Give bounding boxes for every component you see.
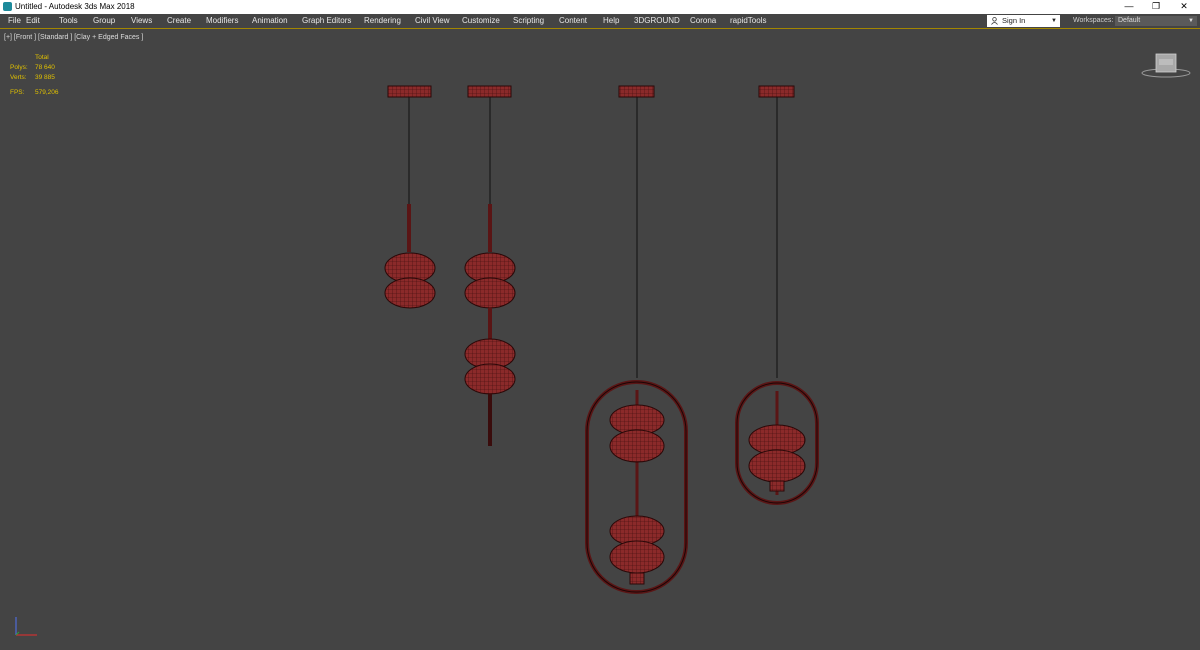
verts-value: 39 885 xyxy=(35,74,55,81)
menu-tools[interactable]: Tools xyxy=(59,14,93,28)
viewport-front[interactable]: [+] [Front ] [Standard ] [Clay + Edged F… xyxy=(0,29,1200,650)
menu-civil-view[interactable]: Civil View xyxy=(415,14,462,28)
app-icon xyxy=(3,2,12,11)
minimize-button[interactable]: — xyxy=(1114,0,1144,14)
menu-items: File Edit Tools Group Views Create Modifiers An… xyxy=(0,14,780,28)
workspaces-select[interactable]: Default ▼ xyxy=(1115,16,1197,26)
rod-bottom xyxy=(488,394,492,446)
stats-overlay: Total Polys: 78 640 Verts: 39 885 FPS: 5… xyxy=(10,53,90,98)
menu-graph-editors[interactable]: Graph Editors xyxy=(302,14,364,28)
lampshade xyxy=(748,424,806,492)
lampshade-lower xyxy=(609,515,665,585)
axis-tripod-icon xyxy=(15,617,37,636)
chevron-down-icon: ▼ xyxy=(1051,18,1057,24)
menu-rapidtools[interactable]: rapidTools xyxy=(730,14,780,28)
user-icon xyxy=(991,17,998,25)
pendant-lamp-3[interactable] xyxy=(585,85,688,594)
polys-row: Polys: 78 640 xyxy=(10,63,90,73)
menu-views[interactable]: Views xyxy=(131,14,167,28)
workspace-value: Default xyxy=(1118,17,1141,24)
restore-button[interactable]: ❐ xyxy=(1141,0,1171,14)
rod xyxy=(488,308,492,341)
fps-label: FPS: xyxy=(10,89,25,96)
polys-value: 78 640 xyxy=(35,64,55,71)
menu-group[interactable]: Group xyxy=(93,14,131,28)
lampshade-upper xyxy=(609,404,665,463)
window-title: Untitled - Autodesk 3ds Max 2018 xyxy=(15,2,135,11)
sign-in-dropdown[interactable]: Sign In ▼ xyxy=(987,15,1060,27)
verts-row: Verts: 39 885 xyxy=(10,73,90,83)
menu-3dground[interactable]: 3DGROUND xyxy=(634,14,690,28)
menu-corona[interactable]: Corona xyxy=(690,14,730,28)
rod xyxy=(407,204,411,252)
scene-canvas[interactable] xyxy=(0,29,1200,650)
workspaces-label: Workspaces: xyxy=(1073,17,1114,24)
lampshade-upper xyxy=(464,252,516,309)
rod xyxy=(488,204,492,252)
menu-bar: File Edit Tools Group Views Create Modifiers An… xyxy=(0,14,1200,29)
sign-in-label: Sign In xyxy=(1002,16,1026,25)
fps-value: 579,206 xyxy=(35,89,59,96)
menu-content[interactable]: Content xyxy=(559,14,603,28)
ceiling-canopy xyxy=(758,85,795,98)
menu-modifiers[interactable]: Modifiers xyxy=(206,14,252,28)
lampshade xyxy=(384,252,436,309)
menu-rendering[interactable]: Rendering xyxy=(364,14,415,28)
menu-create[interactable]: Create xyxy=(167,14,206,28)
viewcube-icon[interactable] xyxy=(1140,51,1192,81)
menu-scripting[interactable]: Scripting xyxy=(513,14,559,28)
ceiling-canopy xyxy=(387,85,432,98)
title-bar: Untitled - Autodesk 3ds Max 2018 — ❐ ✕ xyxy=(0,0,1200,14)
menu-animation[interactable]: Animation xyxy=(252,14,302,28)
close-button[interactable]: ✕ xyxy=(1169,0,1199,14)
ceiling-canopy xyxy=(467,85,512,98)
verts-label: Verts: xyxy=(10,74,27,81)
stats-header: Total xyxy=(35,54,49,61)
chevron-down-icon: ▼ xyxy=(1188,18,1194,24)
menu-customize[interactable]: Customize xyxy=(462,14,513,28)
pendant-lamp-2[interactable] xyxy=(464,85,516,446)
menu-edit[interactable]: Edit xyxy=(26,14,59,28)
menu-file[interactable]: File xyxy=(0,14,26,28)
lampshade-lower xyxy=(464,338,516,395)
pendant-lamp-4[interactable] xyxy=(735,85,819,505)
stats-header-row: Total xyxy=(10,53,90,63)
menu-help[interactable]: Help xyxy=(603,14,634,28)
ceiling-canopy xyxy=(618,85,655,98)
polys-label: Polys: xyxy=(10,64,28,71)
pendant-lamp-1[interactable] xyxy=(384,85,436,309)
fps-row: FPS: 579,206 xyxy=(10,88,90,98)
viewport-label[interactable]: [+] [Front ] [Standard ] [Clay + Edged F… xyxy=(4,33,143,42)
